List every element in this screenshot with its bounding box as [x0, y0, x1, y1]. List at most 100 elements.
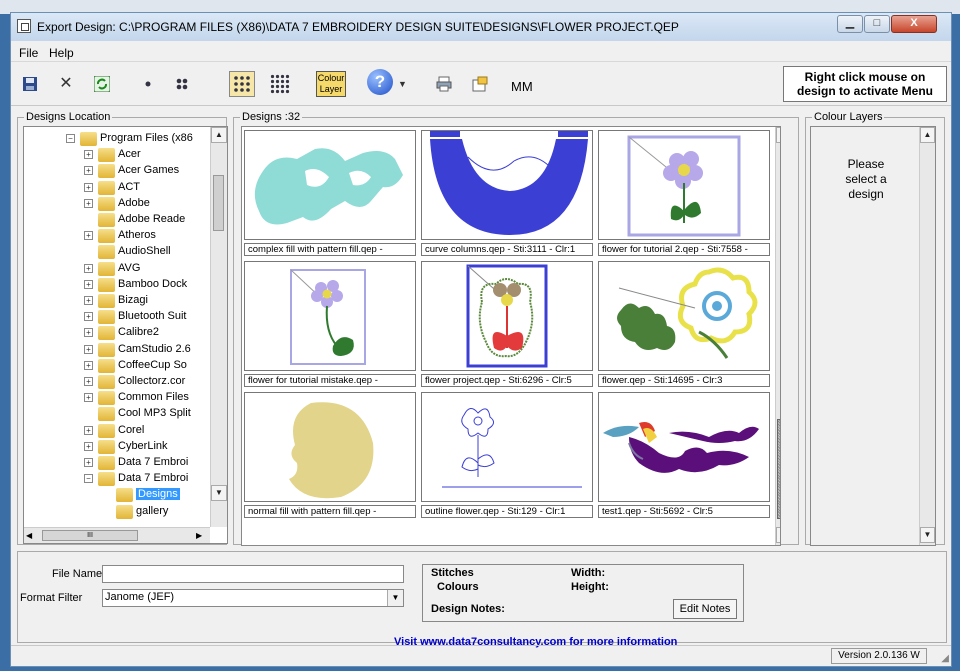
expand-icon[interactable]: +	[84, 279, 93, 289]
design-caption[interactable]: flower for tutorial mistake.qep -	[244, 374, 416, 387]
design-thumb-flower-tutorial-2[interactable]	[598, 130, 770, 240]
tree-item-label: Bamboo Dock	[118, 277, 188, 290]
edit-notes-button[interactable]: Edit Notes	[673, 599, 737, 619]
design-caption[interactable]: curve columns.qep - Sti:3111 - Clr:1	[421, 243, 593, 256]
tree-hscroll-thumb[interactable]: III	[42, 530, 138, 541]
designs-scroll-down-arrow[interactable]: ▼	[776, 527, 780, 543]
expand-icon[interactable]: +	[84, 393, 93, 403]
expand-icon[interactable]: +	[84, 425, 93, 435]
expand-icon[interactable]: +	[84, 296, 93, 305]
tree-scroll-right-arrow[interactable]: ▶	[196, 531, 202, 540]
maximize-button[interactable]: □	[864, 15, 890, 33]
expand-icon[interactable]: +	[84, 360, 93, 370]
normal-fill-preview	[289, 402, 374, 499]
properties-button[interactable]	[467, 71, 493, 97]
folder-icon	[98, 213, 115, 227]
expand-icon[interactable]: +	[84, 312, 93, 322]
tree-item-label: AudioShell	[118, 245, 171, 258]
folder-icon	[116, 488, 133, 503]
collapse-icon[interactable]: −	[84, 474, 93, 484]
folder-icon	[98, 326, 115, 341]
folder-icon	[98, 277, 115, 292]
expand-icon[interactable]: +	[84, 441, 93, 451]
resize-grip-icon[interactable]: ◢	[941, 653, 949, 664]
expand-icon[interactable]: +	[84, 198, 93, 208]
cancel-button[interactable]: ✕	[53, 71, 79, 97]
design-thumb-complex-fill[interactable]	[244, 130, 416, 240]
design-thumb-flower-project[interactable]	[421, 261, 593, 371]
minimize-button[interactable]: ▁	[837, 15, 863, 33]
tree-item-label: Program Files (x86	[100, 132, 193, 144]
file-name-input[interactable]	[102, 565, 404, 583]
menu-bar: File Help	[11, 43, 951, 62]
tree-scroll-thumb[interactable]	[213, 175, 224, 231]
tree-scroll-up-arrow[interactable]: ▲	[211, 127, 227, 143]
design-caption[interactable]: flower project.qep - Sti:6296 - Clr:5	[421, 374, 593, 387]
expand-icon[interactable]: +	[84, 344, 93, 354]
designs-scroll-up-arrow[interactable]: ▲	[776, 127, 780, 143]
colour-layers-scrollbar[interactable]: ▲ ▼	[919, 127, 935, 545]
refresh-button[interactable]	[89, 71, 115, 97]
colour-scroll-up-arrow[interactable]: ▲	[920, 127, 935, 143]
close-button[interactable]: X	[891, 15, 937, 33]
sixteen-grid-view-button[interactable]	[267, 71, 293, 97]
units-mm-button[interactable]: MM	[511, 79, 533, 94]
menu-file[interactable]: File	[19, 46, 38, 60]
folder-icon	[98, 180, 115, 195]
expand-icon[interactable]: +	[84, 328, 93, 338]
four-dot-view-button[interactable]	[169, 71, 195, 97]
design-thumb-outline-flower[interactable]	[421, 392, 593, 502]
window-title: Export Design: C:\PROGRAM FILES (X86)\DA…	[37, 20, 679, 34]
design-caption[interactable]: test1.qep - Sti:5692 - Clr:5	[598, 505, 770, 518]
chevron-down-icon[interactable]: ▼	[387, 590, 403, 606]
folder-icon	[98, 423, 115, 438]
design-caption[interactable]: flower.qep - Sti:14695 - Clr:3	[598, 374, 770, 387]
tree-horizontal-scrollbar[interactable]: ◀ III ▶	[24, 527, 210, 543]
print-button[interactable]	[431, 71, 457, 97]
flower-tutorial-mistake-preview	[290, 269, 366, 365]
small-dot-view-button[interactable]	[135, 71, 161, 97]
folder-tree[interactable]: − Program Files (x86 + Acer + Acer Games + ACT +…	[23, 126, 228, 544]
design-thumb-flower-tutorial-mistake[interactable]	[244, 261, 416, 371]
flower-preview	[617, 267, 758, 359]
folder-icon	[98, 456, 115, 470]
message-line: select a	[845, 172, 887, 186]
save-button[interactable]	[17, 71, 43, 97]
colour-layer-button[interactable]: Colour Layer	[316, 71, 346, 97]
format-filter-select[interactable]: Janome (JEF) ▼	[102, 589, 404, 607]
collapse-icon[interactable]: −	[66, 134, 75, 143]
design-caption[interactable]: normal fill with pattern fill.qep -	[244, 505, 416, 518]
nine-grid-view-button[interactable]	[229, 71, 255, 97]
design-thumb-test1[interactable]	[598, 392, 770, 502]
expand-icon[interactable]: +	[84, 263, 93, 273]
design-thumb-normal-fill[interactable]	[244, 392, 416, 502]
tree-vertical-scrollbar[interactable]: ▲ ▼	[210, 127, 227, 527]
design-caption[interactable]: complex fill with pattern fill.qep -	[244, 243, 416, 256]
width-label: Width:	[571, 567, 606, 579]
expand-icon[interactable]: +	[84, 377, 93, 386]
folder-icon	[98, 375, 115, 389]
colour-layers-list[interactable]: Please select a design ▲ ▼	[810, 126, 936, 546]
message-line: Please	[847, 157, 885, 171]
expand-icon[interactable]: +	[84, 458, 93, 467]
expand-icon[interactable]: +	[84, 182, 93, 192]
help-dropdown-caret[interactable]: ▼	[398, 79, 407, 89]
complex-fill-preview	[254, 148, 403, 225]
expand-icon[interactable]: +	[84, 231, 93, 241]
designs-vertical-scrollbar[interactable]: ▲ ▼	[775, 127, 780, 545]
expand-icon[interactable]: +	[84, 150, 93, 160]
help-button[interactable]: ?	[367, 69, 393, 95]
tree-scroll-left-arrow[interactable]: ◀	[26, 531, 32, 540]
tree-item-label: Calibre2	[118, 326, 159, 339]
design-caption[interactable]: flower for tutorial 2.qep - Sti:7558 -	[598, 243, 770, 256]
tree-scroll-down-arrow[interactable]: ▼	[211, 485, 227, 501]
colour-layers-panel: Colour Layers Please select a design ▲ ▼	[805, 111, 945, 546]
design-caption[interactable]: outline flower.qep - Sti:129 - Clr:1	[421, 505, 593, 518]
designs-scroll-thumb[interactable]	[777, 419, 780, 519]
design-thumb-curve-columns[interactable]	[421, 130, 593, 240]
colour-scroll-down-arrow[interactable]: ▼	[920, 527, 935, 543]
expand-icon[interactable]: +	[84, 166, 93, 176]
design-thumb-flower[interactable]	[598, 261, 770, 371]
menu-help[interactable]: Help	[49, 46, 74, 60]
title-bar: Export Design: C:\PROGRAM FILES (X86)\DA…	[11, 13, 951, 41]
